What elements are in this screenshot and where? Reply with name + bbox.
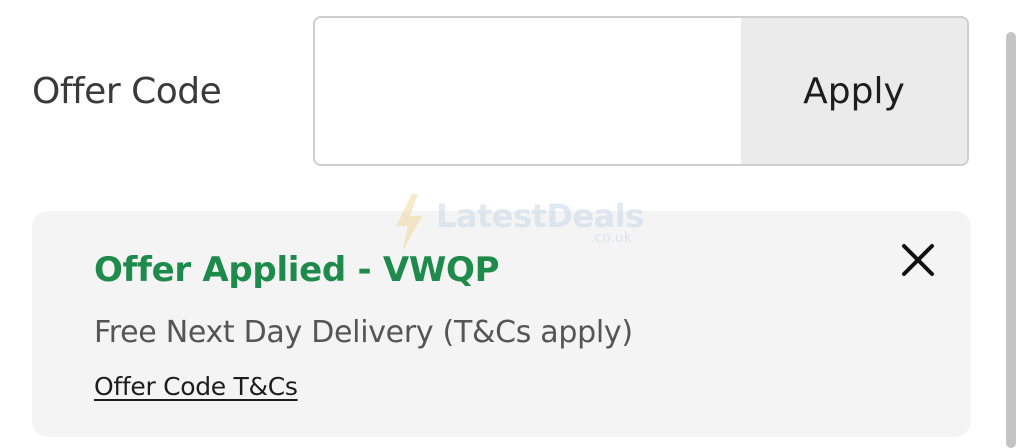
close-icon (902, 244, 934, 276)
offer-code-input[interactable] (315, 18, 741, 164)
offer-code-terms-link[interactable]: Offer Code T&Cs (94, 370, 298, 404)
offer-code-field-group: Apply (313, 16, 969, 166)
page: Offer Code Apply Offer Applied - VWQP Fr… (0, 0, 1024, 448)
watermark-domain: .co.uk (590, 230, 632, 246)
apply-button[interactable]: Apply (741, 18, 967, 164)
latestdeals-watermark: LatestDeals .co.uk (392, 192, 644, 254)
offer-applied-title: Offer Applied - VWQP (94, 250, 500, 290)
offer-code-label: Offer Code (32, 71, 222, 112)
watermark-brand: LatestDeals (436, 197, 644, 235)
vertical-scrollbar[interactable] (1006, 32, 1016, 448)
close-offer-button[interactable] (898, 241, 938, 281)
offer-applied-description: Free Next Day Delivery (T&Cs apply) (94, 315, 633, 350)
lightning-bolt-icon (396, 194, 422, 252)
